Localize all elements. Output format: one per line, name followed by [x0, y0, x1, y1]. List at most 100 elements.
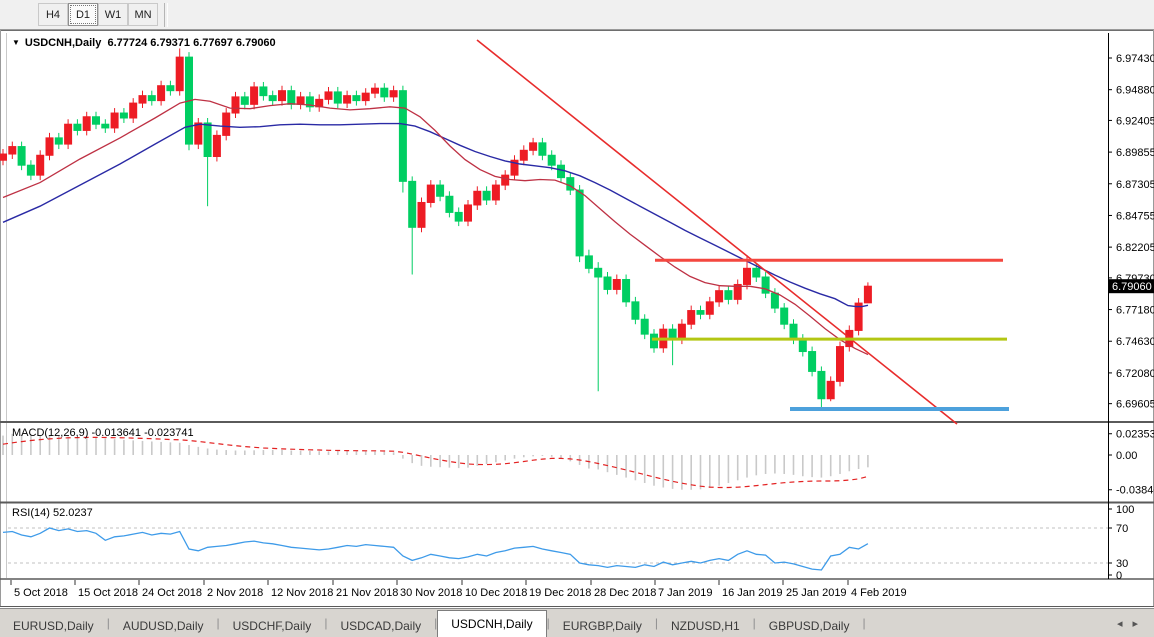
chart-title: ▼USDCNH,Daily 6.77724 6.79371 6.77697 6.… — [12, 37, 276, 49]
candle-body — [232, 97, 239, 113]
candle-body — [18, 147, 25, 166]
candle-body — [604, 277, 611, 289]
candle-body — [55, 138, 62, 144]
candle-body — [325, 92, 332, 99]
candle-body — [409, 181, 416, 227]
candle-body — [418, 202, 425, 227]
candle-body — [781, 308, 788, 324]
candle-body — [539, 143, 546, 155]
symbol-tab-usdcnh[interactable]: USDCNH,Daily — [437, 610, 546, 637]
macd-axis-label: 0.00 — [1116, 450, 1137, 462]
candle-body — [334, 92, 341, 103]
rsi-axis-label: 100 — [1116, 504, 1134, 516]
rsi-axis-label: 70 — [1116, 523, 1128, 535]
candle-body — [641, 319, 648, 334]
price-axis-label: 6.94880 — [1116, 85, 1154, 97]
candle-body — [483, 191, 490, 200]
candle-body — [158, 86, 165, 101]
tabs-scroll-right-icon[interactable]: ▸ — [1132, 618, 1148, 630]
candle-body — [595, 268, 602, 277]
rsi-axis-label: 30 — [1116, 558, 1128, 570]
price-axis-label: 6.87305 — [1116, 179, 1154, 191]
date-axis-label: 25 Jan 2019 — [786, 587, 847, 599]
symbol-tab-eurusd[interactable]: EURUSD,Daily — [0, 615, 107, 637]
candle-body — [9, 147, 16, 154]
macd-axis-label: 0.023534 — [1116, 429, 1154, 441]
candle-body — [111, 113, 118, 128]
candle-body — [139, 96, 146, 103]
candle-body — [83, 117, 90, 131]
candle-body — [74, 124, 81, 130]
candle-body — [223, 113, 230, 135]
symbol-tab-usdchf[interactable]: USDCHF,Daily — [220, 615, 325, 637]
candle-body — [0, 154, 7, 160]
symbol-tab-usdcad[interactable]: USDCAD,Daily — [327, 615, 434, 637]
candle-body — [585, 256, 592, 268]
date-axis-label: 7 Jan 2019 — [658, 587, 712, 599]
symbol-tab-eurgbp[interactable]: EURGBP,Daily — [550, 615, 655, 637]
symbol-dropdown-icon[interactable]: ▼ — [12, 38, 20, 47]
price-chart-canvas[interactable]: 6.974306.948806.924056.898556.873056.847… — [0, 0, 1154, 637]
candle-body — [65, 124, 72, 144]
price-axis-label: 6.97430 — [1116, 53, 1154, 65]
rsi-axis-label: 0 — [1116, 570, 1122, 582]
date-axis-label: 5 Oct 2018 — [14, 587, 68, 599]
candle-body — [613, 279, 620, 289]
candle-body — [744, 268, 751, 284]
candle-body — [176, 57, 183, 91]
date-axis-label: 2 Nov 2018 — [207, 587, 263, 599]
candle-body — [93, 117, 100, 124]
candle-body — [455, 212, 462, 221]
candle-body — [381, 88, 388, 97]
price-axis-label: 6.69605 — [1116, 399, 1154, 411]
date-axis-label: 4 Feb 2019 — [851, 587, 907, 599]
candle-body — [260, 87, 267, 96]
tab-divider: | — [862, 616, 865, 632]
candle-body — [632, 302, 639, 319]
rsi-name: RSI(14) — [12, 507, 50, 519]
date-axis-label: 19 Dec 2018 — [529, 587, 591, 599]
candle-body — [827, 381, 834, 398]
tabs-scroll-left-icon[interactable]: ◂ — [1117, 618, 1133, 630]
symbol-tab-nzdusd[interactable]: NZDUSD,H1 — [658, 615, 753, 637]
date-axis-label: 10 Dec 2018 — [465, 587, 527, 599]
candle-body — [548, 155, 555, 165]
date-axis-label: 28 Dec 2018 — [594, 587, 656, 599]
candle-body — [279, 91, 286, 101]
candle-body — [427, 185, 434, 202]
candle-body — [809, 352, 816, 372]
price-axis-label: 6.74630 — [1116, 336, 1154, 348]
candle-body — [269, 96, 276, 101]
price-axis-label: 6.72080 — [1116, 368, 1154, 380]
candle-body — [623, 279, 630, 301]
date-axis-label: 12 Nov 2018 — [271, 587, 333, 599]
symbol-tab-gbpusd[interactable]: GBPUSD,Daily — [756, 615, 863, 637]
candle-body — [390, 91, 397, 97]
candle-body — [372, 88, 379, 93]
candle-body — [706, 302, 713, 314]
candle-body — [102, 124, 109, 128]
candle-body — [362, 93, 369, 100]
candle-body — [818, 371, 825, 398]
candle-body — [446, 196, 453, 212]
price-axis-label: 6.84755 — [1116, 210, 1154, 222]
price-axis-label: 6.89855 — [1116, 147, 1154, 159]
candle-body — [353, 96, 360, 101]
candle-body — [492, 185, 499, 200]
candle-body — [204, 123, 211, 157]
candle-body — [130, 103, 137, 118]
macd-name: MACD(12,26,9) — [12, 427, 88, 439]
candle-body — [344, 96, 351, 103]
candle-body — [213, 135, 220, 156]
candle-body — [697, 311, 704, 315]
chart-symbol-label: USDCNH,Daily — [25, 37, 101, 49]
candle-body — [297, 97, 304, 104]
macd-indicator-label: MACD(12,26,9) -0.013641 -0.023741 — [12, 427, 194, 439]
rsi-indicator-label: RSI(14) 52.0237 — [12, 507, 93, 519]
symbol-tabbar: EURUSD,Daily|AUDUSD,Daily|USDCHF,Daily|U… — [0, 608, 1154, 637]
candle-body — [502, 175, 509, 185]
symbol-tab-audusd[interactable]: AUDUSD,Daily — [110, 615, 217, 637]
candle-body — [558, 165, 565, 177]
candle-body — [716, 291, 723, 302]
date-axis-label: 16 Jan 2019 — [722, 587, 783, 599]
